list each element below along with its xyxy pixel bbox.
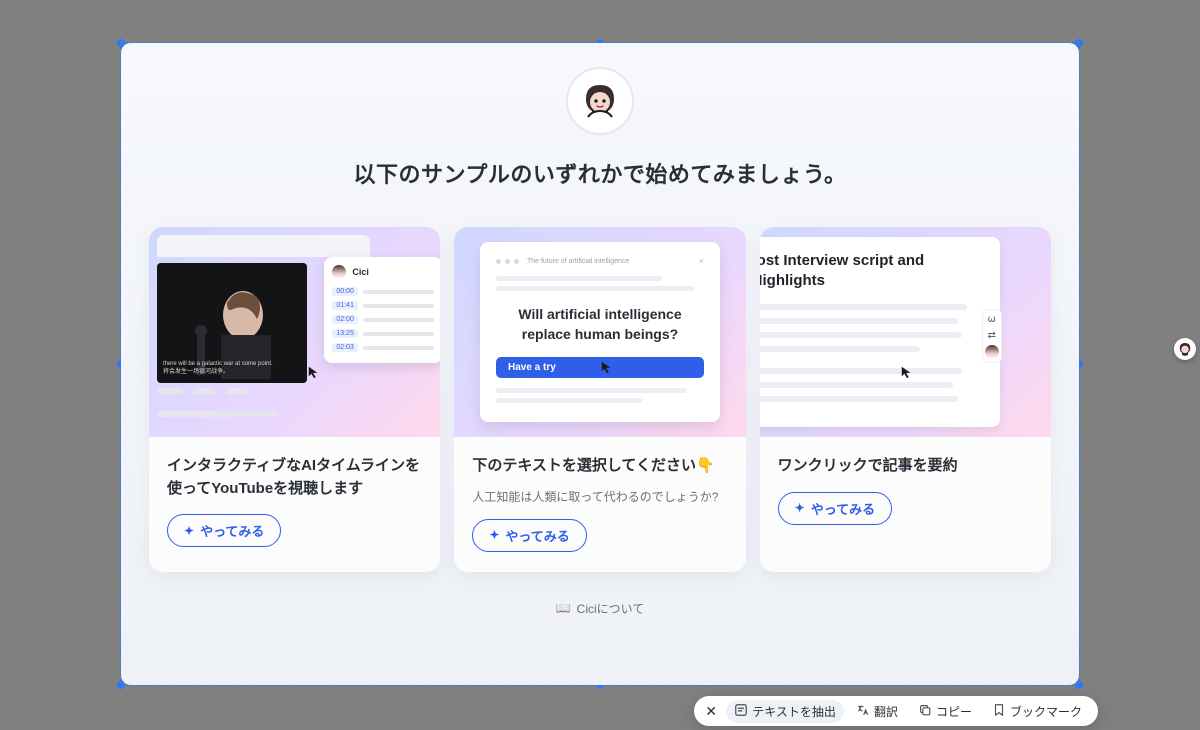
cursor-icon <box>900 365 914 379</box>
heading: 以下のサンプルのいずれかで始めてみましょう。 <box>353 157 846 189</box>
cursor-icon <box>600 360 614 374</box>
card-title: インタラクティブなAIタイムラインを使ってYouTubeを視聴します <box>167 455 422 500</box>
card-title: ワンクリックで記事を要約 <box>778 455 1033 478</box>
onboarding-panel: 以下のサンプルのいずれかで始めてみましょう。 <box>121 43 1079 685</box>
bookmark-icon <box>992 703 1006 720</box>
card-subtitle: 人工知能は人類に取って代わるのでしょうか? <box>472 488 727 505</box>
sparkle-icon: ✦ <box>489 528 499 542</box>
sparkle-icon: ✦ <box>795 501 805 515</box>
book-icon: 📖 <box>556 601 571 615</box>
translate-tool-icon: ⇄ <box>986 329 998 341</box>
extract-icon <box>734 703 748 720</box>
sample-cards: there will be a galactic war at some poi… <box>149 227 1051 572</box>
about-cici-link[interactable]: 📖 Ciciについて <box>556 600 645 617</box>
sparkle-icon: ✦ <box>184 524 194 538</box>
selection-toolbar: ✕ テキストを抽出 翻訳 コピー ブックマーク <box>694 696 1098 726</box>
selection-frame[interactable]: 以下のサンプルのいずれかで始めてみましょう。 <box>120 42 1080 686</box>
copy-icon <box>918 703 932 720</box>
text-tool-icon: ⍵ <box>986 313 998 325</box>
card-youtube-timeline[interactable]: there will be a galactic war at some poi… <box>149 227 440 572</box>
card-select-text[interactable]: The future of artificial intelligence × … <box>454 227 745 572</box>
try-button[interactable]: ✦ やってみる <box>472 519 586 552</box>
try-button[interactable]: ✦ やってみる <box>778 492 892 525</box>
card-art-3: -ost Interview script and Highlights ⍵ ⇄ <box>760 227 1051 437</box>
side-cici-avatar[interactable] <box>1174 338 1196 360</box>
extract-text-button[interactable]: テキストを抽出 <box>726 700 844 723</box>
cursor-icon <box>307 365 321 379</box>
copy-button[interactable]: コピー <box>910 700 980 723</box>
try-button[interactable]: ✦ やってみる <box>167 514 281 547</box>
translate-button[interactable]: 翻訳 <box>848 700 906 723</box>
card-summarize-article[interactable]: -ost Interview script and Highlights ⍵ ⇄ <box>760 227 1051 572</box>
card-art-2: The future of artificial intelligence × … <box>454 227 745 437</box>
mini-avatar <box>985 345 999 359</box>
bookmark-button[interactable]: ブックマーク <box>984 700 1090 723</box>
cici-avatar <box>566 67 634 135</box>
close-button[interactable]: ✕ <box>702 700 720 722</box>
translate-icon <box>856 703 870 720</box>
card-art-1: there will be a galactic war at some poi… <box>149 227 440 437</box>
card-title: 下のテキストを選択してください👇 <box>472 455 727 478</box>
